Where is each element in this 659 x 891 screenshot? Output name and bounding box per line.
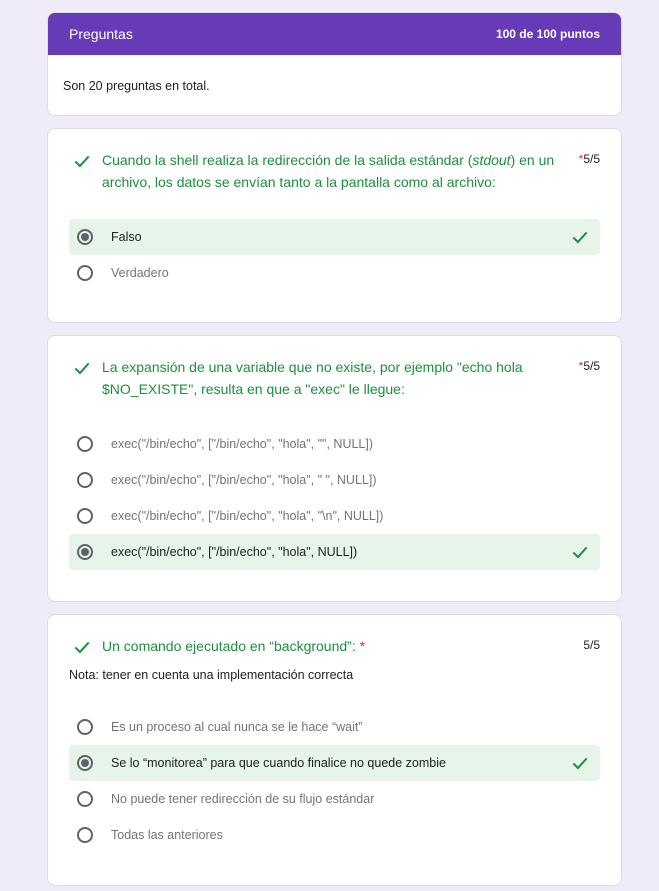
radio-unselected-icon[interactable] xyxy=(77,508,93,524)
option-label: Falso xyxy=(111,230,142,244)
question-header: Cuando la shell realiza la redirección d… xyxy=(72,149,600,193)
section-description: Son 20 preguntas en total. xyxy=(63,79,210,93)
option-1[interactable]: Es un proceso al cual nunca se le hace “… xyxy=(69,709,600,745)
radio-selected-icon[interactable] xyxy=(77,229,93,245)
question-card: La expansión de una variable que no exis… xyxy=(47,335,622,602)
option-label: Es un proceso al cual nunca se le hace “… xyxy=(111,720,363,734)
radio-unselected-icon[interactable] xyxy=(77,436,93,452)
option-label: exec("/bin/echo", ["/bin/echo", "hola", … xyxy=(111,545,358,559)
header-band: Preguntas 100 de 100 puntos xyxy=(48,13,621,55)
option-1[interactable]: exec("/bin/echo", ["/bin/echo", "hola", … xyxy=(69,426,600,462)
option-label: exec("/bin/echo", ["/bin/echo", "hola", … xyxy=(111,437,374,451)
radio-unselected-icon[interactable] xyxy=(77,791,93,807)
option-3[interactable]: No puede tener redirección de su flujo e… xyxy=(69,781,600,817)
check-icon xyxy=(72,149,102,193)
required-marker: * xyxy=(359,638,366,654)
question-emphasis: stdout xyxy=(472,152,511,168)
option-verdadero[interactable]: Verdadero xyxy=(69,255,600,291)
total-score: 100 de 100 puntos xyxy=(495,27,600,41)
question-header: La expansión de una variable que no exis… xyxy=(72,356,600,400)
option-falso[interactable]: Falso xyxy=(69,219,600,255)
question-header: Un comando ejecutado en “background”: * … xyxy=(72,635,600,662)
radio-unselected-icon[interactable] xyxy=(77,265,93,281)
option-label: No puede tener redirección de su flujo e… xyxy=(111,792,375,806)
option-label: exec("/bin/echo", ["/bin/echo", "hola", … xyxy=(111,509,384,523)
radio-selected-icon[interactable] xyxy=(77,755,93,771)
radio-unselected-icon[interactable] xyxy=(77,827,93,843)
option-4[interactable]: Todas las anteriores xyxy=(69,817,600,853)
option-label: exec("/bin/echo", ["/bin/echo", "hola", … xyxy=(111,473,377,487)
question-note: Nota: tener en cuenta una implementación… xyxy=(69,668,354,682)
question-points: *5/5 xyxy=(578,359,600,373)
option-label: Todas las anteriores xyxy=(111,828,223,842)
check-icon xyxy=(72,635,102,662)
check-icon xyxy=(570,753,592,773)
radio-selected-icon[interactable] xyxy=(77,544,93,560)
radio-unselected-icon[interactable] xyxy=(77,719,93,735)
question-card: Cuando la shell realiza la redirección d… xyxy=(47,128,622,323)
question-text: La expansión de una variable que no exis… xyxy=(102,359,523,397)
check-icon xyxy=(570,227,592,247)
option-2[interactable]: Se lo “monitorea” para que cuando finali… xyxy=(69,745,600,781)
check-icon xyxy=(72,356,102,400)
option-label: Verdadero xyxy=(111,266,169,280)
question-points: 5/5 xyxy=(583,638,600,652)
question-text: Cuando la shell realiza la redirección d… xyxy=(102,152,555,190)
option-label: Se lo “monitorea” para que cuando finali… xyxy=(111,756,446,770)
section-title: Preguntas xyxy=(69,26,133,42)
option-3[interactable]: exec("/bin/echo", ["/bin/echo", "hola", … xyxy=(69,498,600,534)
question-card: Un comando ejecutado en “background”: * … xyxy=(47,614,622,886)
option-2[interactable]: exec("/bin/echo", ["/bin/echo", "hola", … xyxy=(69,462,600,498)
radio-unselected-icon[interactable] xyxy=(77,472,93,488)
header-card: Preguntas 100 de 100 puntos Son 20 pregu… xyxy=(47,12,622,116)
option-4[interactable]: exec("/bin/echo", ["/bin/echo", "hola", … xyxy=(69,534,600,570)
question-text: Un comando ejecutado en “background”: * xyxy=(102,638,366,654)
check-icon xyxy=(570,542,592,562)
question-points: *5/5 xyxy=(578,152,600,166)
